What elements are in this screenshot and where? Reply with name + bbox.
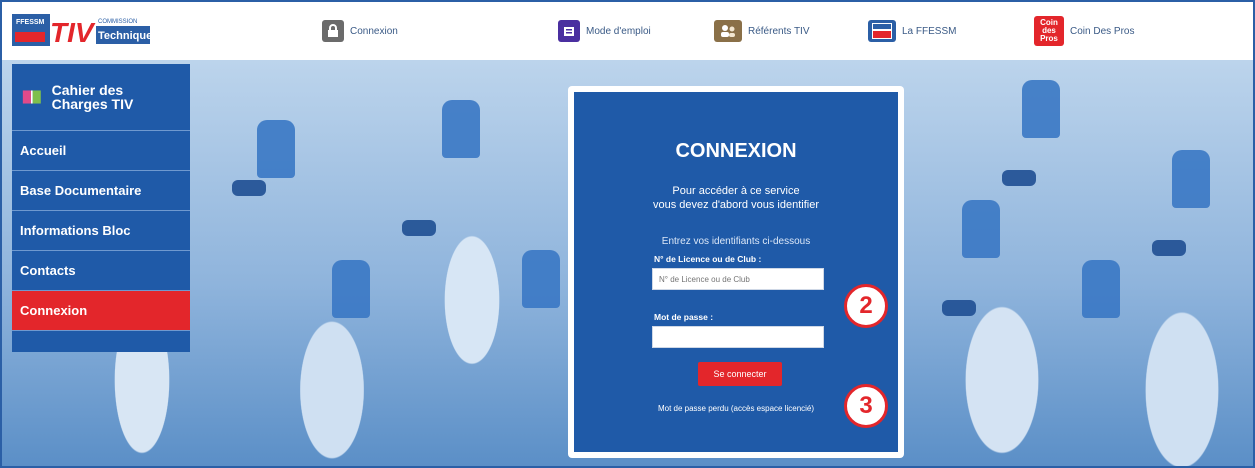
tank-valve: [332, 260, 370, 318]
tank-valve: [522, 250, 560, 308]
people-icon: [714, 20, 742, 42]
tank-valve: [962, 200, 1000, 258]
nav-connexion[interactable]: Connexion: [322, 14, 398, 48]
login-instruction: Entrez vos identifiants ci-dessous: [661, 236, 811, 247]
sidebar-item-base-documentaire[interactable]: Base Documentaire: [12, 171, 190, 211]
tiv-logo-graphic: FFESSM TIV COMMISSION Technique: [12, 14, 152, 48]
sidebar-title: Cahier des Charges TIV: [51, 82, 134, 112]
top-navigation: FFESSM TIV COMMISSION Technique Connexio…: [2, 2, 1253, 60]
login-submit-button[interactable]: Se connecter: [698, 362, 782, 386]
nav-mode-emploi[interactable]: Mode d'emploi: [558, 14, 651, 48]
tank-knob: [942, 300, 976, 316]
sidebar-item-connexion[interactable]: Connexion: [12, 291, 190, 331]
callout-2: 2: [844, 284, 888, 328]
nav-coin-des-pros[interactable]: Coin des Pros Coin Des Pros: [1034, 14, 1134, 48]
sidebar-item-accueil[interactable]: Accueil: [12, 131, 190, 171]
login-subtitle-line1: Pour accéder à ce service: [672, 185, 800, 197]
coin-des-pros-icon: Coin des Pros: [1034, 16, 1064, 46]
tank-knob: [402, 220, 436, 236]
password-input[interactable]: [652, 326, 824, 348]
book-icon: [22, 90, 41, 104]
sidebar-item-contacts[interactable]: Contacts: [12, 251, 190, 291]
coin-des-pros-badge-text: Coin des Pros: [1040, 18, 1058, 43]
tank-knob: [1152, 240, 1186, 256]
login-subtitle-line2: vous devez d'abord vous identifier: [653, 199, 819, 211]
nav-ffessm[interactable]: La FFESSM: [868, 14, 956, 48]
licence-label: N° de Licence ou de Club :: [654, 254, 762, 264]
page-frame: FFESSM TIV COMMISSION Technique Connexio…: [0, 0, 1255, 468]
password-label: Mot de passe :: [654, 312, 714, 322]
lock-icon: [322, 20, 344, 42]
nav-coin-des-pros-label: Coin Des Pros: [1070, 25, 1135, 37]
logo-top-text: FFESSM: [16, 19, 45, 26]
sidebar: Cahier des Charges TIV Accueil Base Docu…: [12, 64, 190, 352]
manual-icon: [558, 20, 580, 42]
nav-referents-label: Référents TIV: [748, 25, 810, 37]
nav-referents[interactable]: Référents TIV: [714, 14, 810, 48]
tank-valve: [1172, 150, 1210, 208]
licence-input[interactable]: [652, 268, 824, 290]
nav-ffessm-label: La FFESSM: [902, 25, 957, 37]
tank-valve: [257, 120, 295, 178]
nav-connexion-label: Connexion: [350, 25, 398, 37]
login-title: CONNEXION: [675, 140, 797, 162]
tank-valve: [1082, 260, 1120, 318]
nav-mode-emploi-label: Mode d'emploi: [586, 25, 651, 37]
login-subtitle: Pour accéder à ce service vous devez d'a…: [574, 184, 898, 212]
tank-valve: [1022, 80, 1060, 138]
logo-right-text-1: COMMISSION: [98, 19, 137, 25]
tank-knob: [1002, 170, 1036, 186]
logo-right-text-2: Technique: [98, 30, 152, 42]
tank-knob: [232, 180, 266, 196]
sidebar-header[interactable]: Cahier des Charges TIV: [12, 64, 190, 131]
sidebar-item-informations-bloc[interactable]: Informations Bloc: [12, 211, 190, 251]
tank-valve: [442, 100, 480, 158]
ffessm-icon: [868, 20, 896, 42]
logo-main-text: TIV: [50, 17, 96, 48]
callout-3: 3: [844, 384, 888, 428]
tiv-logo[interactable]: FFESSM TIV COMMISSION Technique: [12, 12, 152, 48]
